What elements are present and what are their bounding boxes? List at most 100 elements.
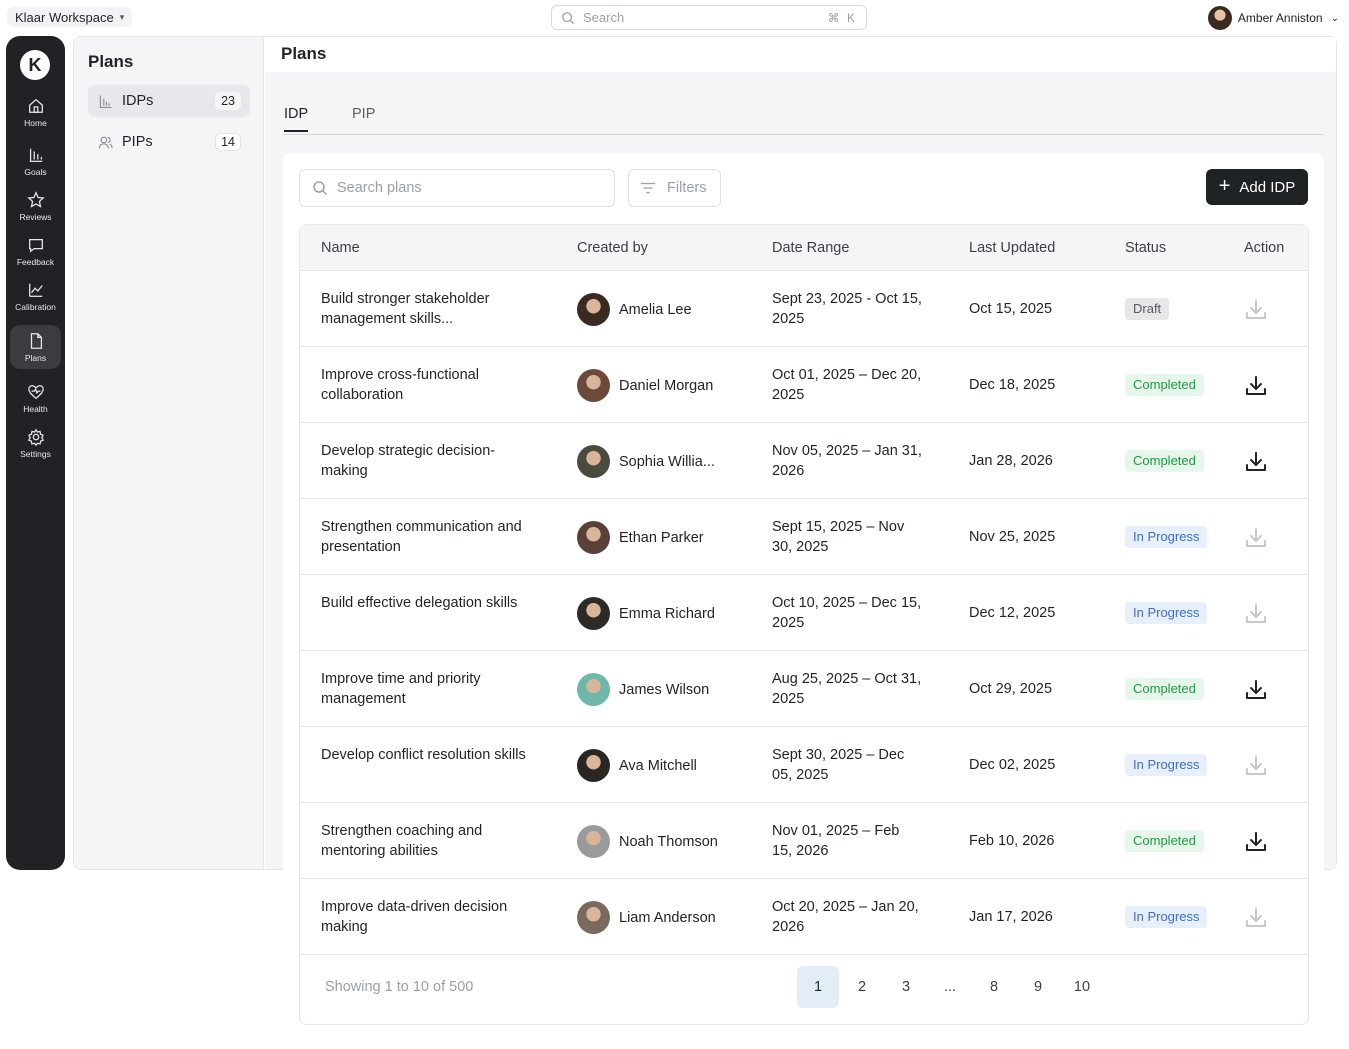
plan-name[interactable]: Improve time and priority management bbox=[321, 669, 541, 709]
tab-idp[interactable]: IDP bbox=[284, 106, 309, 132]
rail-item-calibration[interactable]: Calibration bbox=[10, 274, 61, 318]
subnav-label: IDPs bbox=[122, 93, 154, 109]
search-icon bbox=[562, 11, 575, 24]
page-title: Plans bbox=[281, 44, 327, 63]
status-cell: Completed bbox=[1125, 678, 1204, 700]
workspace-switcher[interactable]: Klaar Workspace ▾ bbox=[7, 7, 133, 27]
status-badge: Completed bbox=[1125, 830, 1204, 852]
rail-item-reviews[interactable]: Reviews bbox=[10, 184, 61, 228]
add-idp-button[interactable]: + Add IDP bbox=[1206, 169, 1308, 205]
user-name: Amber Anniston bbox=[1237, 11, 1323, 25]
table-row[interactable]: Improve data-driven decision making Liam … bbox=[300, 879, 1308, 955]
page-button[interactable]: 2 bbox=[841, 966, 883, 1008]
plan-last-updated: Dec 18, 2025 bbox=[969, 377, 1056, 393]
page-button[interactable]: 9 bbox=[1017, 966, 1059, 1008]
plan-creator: Daniel Morgan bbox=[577, 369, 713, 402]
plan-name[interactable]: Develop conflict resolution skills bbox=[321, 745, 541, 765]
plans-table: Name Created by Date Range Last Updated … bbox=[299, 224, 1309, 1025]
creator-name: Noah Thomson bbox=[619, 833, 718, 850]
subnav-count: 23 bbox=[215, 92, 241, 110]
download-icon bbox=[1246, 376, 1266, 395]
column-header-last-updated[interactable]: Last Updated bbox=[969, 240, 1055, 256]
rail-item-feedback[interactable]: Feedback bbox=[10, 229, 61, 273]
chevron-down-icon: ▾ bbox=[119, 11, 125, 22]
filters-button[interactable]: Filters bbox=[628, 169, 721, 207]
plan-last-updated: Nov 25, 2025 bbox=[969, 529, 1056, 545]
plan-date-range: Oct 10, 2025 – Dec 15, 2025 bbox=[772, 595, 922, 631]
subnav-count: 14 bbox=[215, 133, 241, 151]
status-cell: In Progress bbox=[1125, 754, 1208, 776]
column-header-date-range[interactable]: Date Range bbox=[772, 240, 849, 256]
table-row[interactable]: Strengthen coaching and mentoring abilit… bbox=[300, 803, 1308, 879]
table-row[interactable]: Develop strategic decision-making Sophia … bbox=[300, 423, 1308, 499]
klaar-logo[interactable]: K bbox=[20, 50, 50, 80]
user-menu[interactable]: Amber Anniston ⌄ bbox=[1207, 6, 1339, 30]
status-cell: In Progress bbox=[1125, 602, 1208, 624]
plan-name[interactable]: Strengthen coaching and mentoring abilit… bbox=[321, 821, 541, 861]
download-button[interactable] bbox=[1244, 526, 1268, 550]
table-row[interactable]: Improve cross-functional collaboration Da… bbox=[300, 347, 1308, 423]
download-button[interactable] bbox=[1244, 602, 1268, 626]
download-button[interactable] bbox=[1244, 374, 1268, 398]
page-button[interactable]: 10 bbox=[1061, 966, 1103, 1008]
status-cell: Completed bbox=[1125, 450, 1204, 472]
plan-date-range: Sept 15, 2025 – Nov 30, 2025 bbox=[772, 519, 905, 555]
plan-last-updated: Oct 29, 2025 bbox=[969, 681, 1053, 697]
column-header-created-by[interactable]: Created by bbox=[577, 240, 648, 256]
column-header-status[interactable]: Status bbox=[1125, 240, 1166, 256]
creator-name: James Wilson bbox=[619, 681, 710, 698]
creator-avatar bbox=[577, 521, 610, 554]
status-badge: Completed bbox=[1125, 678, 1204, 700]
global-search[interactable]: Search ⌘ K bbox=[551, 5, 867, 30]
download-button[interactable] bbox=[1244, 450, 1268, 474]
tab-pip[interactable]: PIP bbox=[352, 106, 375, 130]
plan-name[interactable]: Build effective delegation skills bbox=[321, 593, 541, 613]
plan-name[interactable]: Strengthen communication and presentatio… bbox=[321, 517, 541, 557]
download-icon bbox=[1246, 300, 1266, 319]
creator-avatar bbox=[577, 597, 610, 630]
table-row[interactable]: Build stronger stakeholder management sk… bbox=[300, 271, 1308, 347]
plan-date-range: Oct 01, 2025 – Dec 20, 2025 bbox=[772, 367, 922, 403]
subnav-item-pips[interactable]: PIPs 14 bbox=[88, 126, 250, 158]
rail-item-settings[interactable]: Settings bbox=[10, 421, 61, 465]
page-ellipsis: ... bbox=[943, 979, 957, 995]
rail-item-goals[interactable]: Goals bbox=[10, 139, 61, 183]
subnav-title: Plans bbox=[88, 52, 134, 71]
download-button[interactable] bbox=[1244, 906, 1268, 930]
plan-name[interactable]: Improve data-driven decision making bbox=[321, 897, 541, 937]
pagination-summary: Showing 1 to 10 of 500 bbox=[325, 979, 474, 995]
gear-icon bbox=[27, 428, 44, 446]
download-button[interactable] bbox=[1244, 830, 1268, 854]
column-header-name[interactable]: Name bbox=[321, 240, 360, 256]
page-button[interactable]: 3 bbox=[885, 966, 927, 1008]
plan-name[interactable]: Improve cross-functional collaboration bbox=[321, 365, 541, 405]
plan-name[interactable]: Develop strategic decision-making bbox=[321, 441, 541, 481]
subnav-item-idps[interactable]: IDPs 23 bbox=[88, 85, 250, 117]
search-plans-placeholder: Search plans bbox=[337, 180, 422, 196]
filter-icon bbox=[640, 182, 656, 194]
download-button[interactable] bbox=[1244, 298, 1268, 322]
user-avatar bbox=[1207, 6, 1232, 30]
workspace-name: Klaar Workspace bbox=[15, 9, 114, 25]
rail-item-health[interactable]: Health bbox=[10, 376, 61, 420]
table-row[interactable]: Improve time and priority management Jame… bbox=[300, 651, 1308, 727]
page-button[interactable]: 8 bbox=[973, 966, 1015, 1008]
plan-date-range: Aug 25, 2025 – Oct 31, 2025 bbox=[772, 671, 922, 707]
plan-name[interactable]: Build stronger stakeholder management sk… bbox=[321, 289, 541, 329]
table-row[interactable]: Develop conflict resolution skills Ava Mi… bbox=[300, 727, 1308, 803]
plan-creator: Sophia Willia... bbox=[577, 445, 715, 478]
search-plans-input[interactable]: Search plans bbox=[299, 169, 615, 207]
plus-icon: + bbox=[1218, 175, 1231, 197]
heart-pulse-icon bbox=[27, 384, 44, 399]
download-button[interactable] bbox=[1244, 754, 1268, 778]
creator-name: Emma Richard bbox=[619, 605, 715, 622]
rail-item-home[interactable]: Home bbox=[10, 90, 61, 134]
table-row[interactable]: Strengthen communication and presentatio… bbox=[300, 499, 1308, 575]
rail-label: Health bbox=[23, 403, 48, 414]
rail-item-plans[interactable]: Plans bbox=[10, 325, 61, 369]
chat-bubble-icon bbox=[28, 238, 43, 253]
download-icon bbox=[1246, 452, 1266, 471]
table-row[interactable]: Build effective delegation skills Emma Ri… bbox=[300, 575, 1308, 651]
page-button[interactable]: 1 bbox=[797, 966, 839, 1008]
download-button[interactable] bbox=[1244, 678, 1268, 702]
